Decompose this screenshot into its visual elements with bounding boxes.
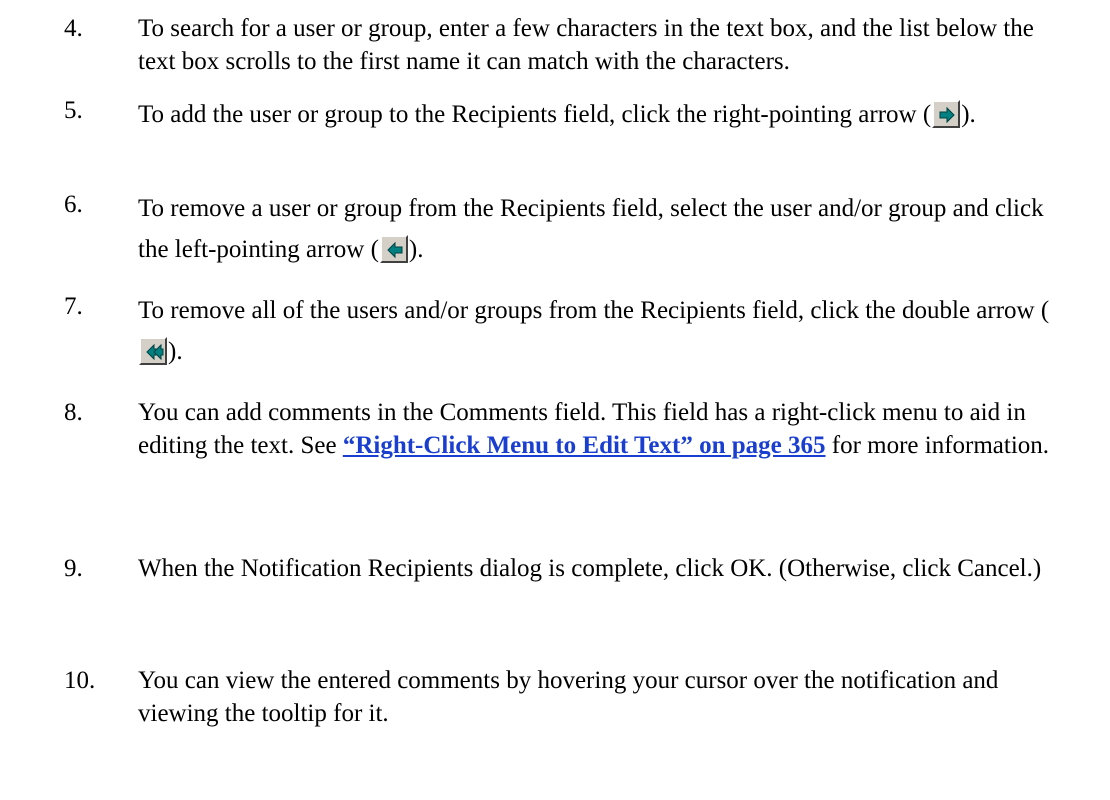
step-number: 4. — [64, 15, 83, 42]
step-text-after: ). — [961, 101, 976, 128]
step-number: 5. — [64, 97, 83, 124]
step-text: You can view the entered comments by hov… — [138, 667, 999, 727]
step-text-before: To add the user or group to the Recipien… — [138, 101, 932, 128]
step-text: To remove a user or group from the Recip… — [138, 188, 1074, 270]
step-number: 7. — [64, 293, 83, 320]
document-page: 4. To search for a user or group, enter … — [0, 0, 1110, 800]
step-text-after: for more information. — [825, 432, 1050, 459]
step-text-after: ). — [408, 236, 424, 263]
step-text: To remove all of the users and/or groups… — [138, 290, 1074, 372]
page-reference-link[interactable]: “Right-Click Menu to Edit Text” on page … — [343, 432, 826, 459]
step-number: 10. — [64, 667, 96, 694]
right-arrow-icon — [932, 100, 961, 128]
step-text-after: ). — [168, 338, 183, 365]
step-text-before: To remove a user or group from the Recip… — [138, 195, 1044, 263]
list-item-step-5: 5. To add the user or group to the Recip… — [64, 94, 1074, 135]
step-text: To add the user or group to the Recipien… — [138, 94, 1074, 135]
list-item-step-9: 9. When the Notification Recipients dial… — [64, 552, 1074, 585]
step-number: 8. — [64, 399, 83, 426]
step-text: When the Notification Recipients dialog … — [138, 555, 1042, 582]
list-item-step-6: 6. To remove a user or group from the Re… — [64, 188, 1074, 270]
step-number: 6. — [64, 191, 83, 218]
list-item-step-8: 8. You can add comments in the Comments … — [64, 396, 1074, 462]
left-arrow-icon — [379, 235, 408, 263]
step-text: To search for a user or group, enter a f… — [138, 15, 1034, 75]
step-number: 9. — [64, 555, 83, 582]
list-item-step-10: 10. You can view the entered comments by… — [64, 664, 1074, 730]
double-left-arrow-icon — [139, 337, 167, 365]
list-item-step-7: 7. To remove all of the users and/or gro… — [64, 290, 1074, 372]
step-text: You can add comments in the Comments fie… — [138, 396, 1074, 462]
step-text-before: To remove all of the users and/or groups… — [138, 297, 1050, 324]
list-item-step-4: 4. To search for a user or group, enter … — [64, 12, 1074, 78]
